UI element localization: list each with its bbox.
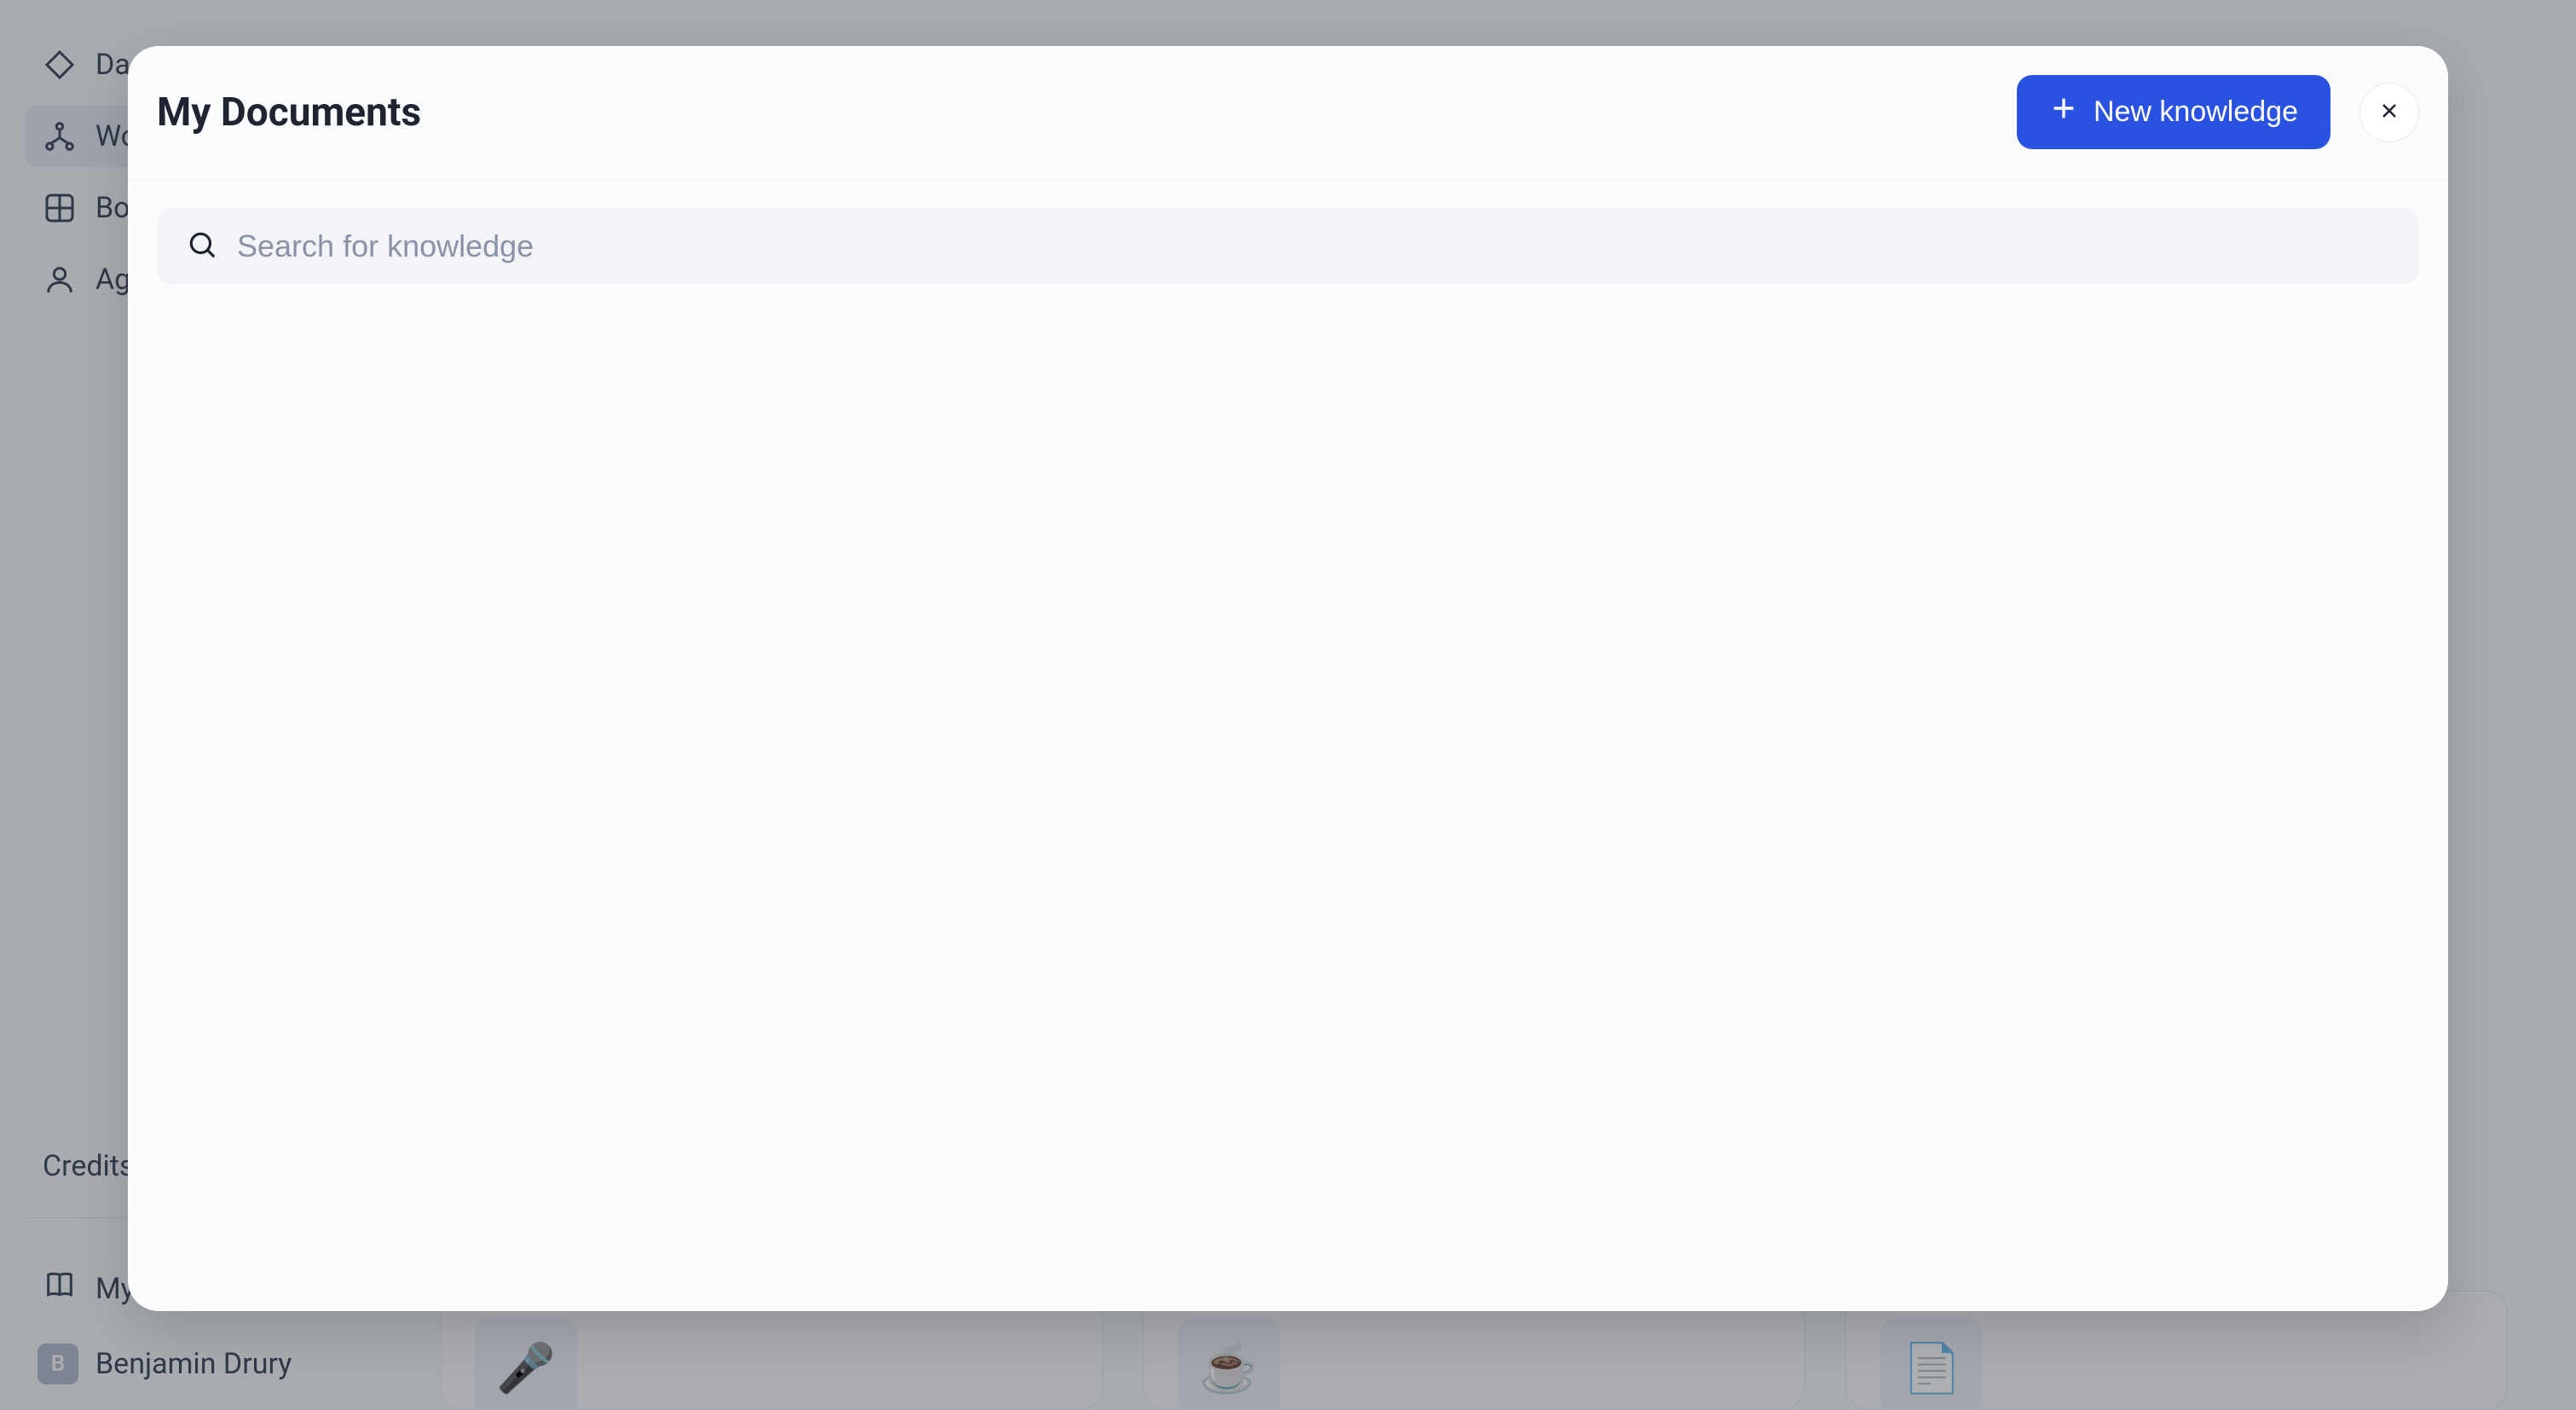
- modal-body: [128, 179, 2448, 1311]
- close-button[interactable]: [2359, 83, 2419, 142]
- plus-icon: [2049, 94, 2078, 130]
- my-documents-modal: My Documents New knowledge: [128, 46, 2448, 1311]
- modal-header-actions: New knowledge: [2017, 75, 2419, 149]
- close-icon: [2377, 99, 2401, 125]
- search-icon: [186, 228, 218, 264]
- modal-title: My Documents: [157, 90, 421, 136]
- search-bar[interactable]: [157, 208, 2419, 285]
- new-knowledge-label: New knowledge: [2094, 95, 2298, 129]
- search-input[interactable]: [237, 228, 2390, 264]
- modal-header: My Documents New knowledge: [128, 46, 2448, 179]
- new-knowledge-button[interactable]: New knowledge: [2017, 75, 2331, 149]
